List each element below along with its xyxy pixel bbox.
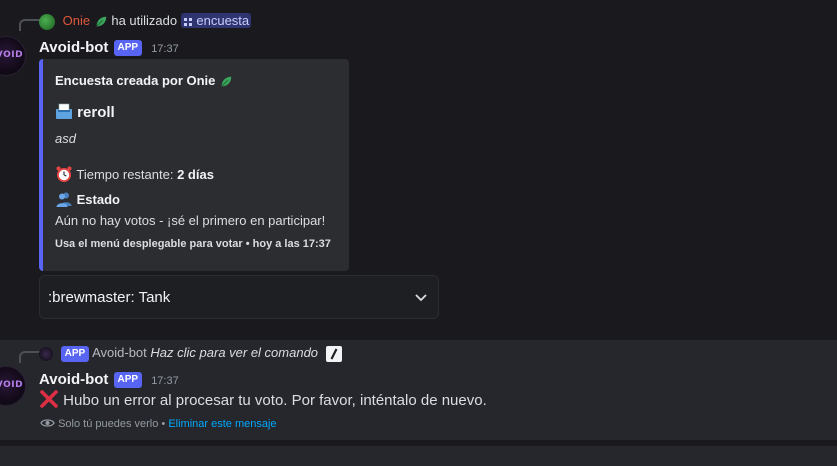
embed-title: reroll [55, 102, 115, 121]
leaf-icon [221, 76, 232, 87]
error-text: Hubo un error al procesar tu voto. Por f… [63, 392, 487, 409]
bot-avatar[interactable]: AVOID [0, 36, 26, 76]
users-icon [56, 192, 72, 207]
error-message: Hubo un error al procesar tu voto. Por f… [39, 389, 487, 409]
eye-icon [40, 419, 55, 427]
time-label: Tiempo restante: [76, 167, 178, 182]
app-badge: APP [113, 371, 143, 388]
ephemeral-note: Solo tú puedes verlo • [58, 418, 166, 430]
alarm-clock-icon [56, 166, 72, 182]
message-timestamp[interactable]: 17:37 [151, 43, 179, 55]
bottom-strip [0, 446, 837, 466]
status-field-value: Aún no hay votos - ¡sé el primero en par… [55, 213, 326, 228]
embed-title-text: reroll [77, 104, 115, 121]
reply-username[interactable]: Avoid-bot [92, 345, 147, 360]
author-name[interactable]: Avoid-bot [39, 39, 108, 56]
leaf-icon [95, 16, 106, 27]
status-field-name: Estado [55, 191, 120, 207]
time-remaining: Tiempo restante: 2 días [55, 165, 214, 183]
vote-dropdown[interactable]: :brewmaster: Tank [39, 275, 439, 319]
message-timestamp[interactable]: 17:37 [151, 375, 179, 387]
reply-action: ha utilizado [111, 13, 178, 28]
dropdown-selected-value: :brewmaster: Tank [48, 289, 171, 306]
ballot-box-icon [56, 103, 72, 119]
embed-author-text: Encuesta creada por Onie [55, 73, 216, 88]
bot-mini-avatar[interactable] [39, 346, 53, 361]
time-value: 2 días [177, 167, 214, 182]
reply-preview[interactable]: Onie ha utilizado encuesta [39, 13, 252, 30]
dismiss-message-link[interactable]: Eliminar este mensaje [168, 418, 276, 430]
ephemeral-notice: Solo tú puedes verlo • Eliminar este men… [40, 417, 277, 430]
command-icon [183, 17, 192, 26]
reply-username[interactable]: Onie [63, 13, 90, 28]
author-name[interactable]: Avoid-bot [39, 371, 108, 388]
chevron-down-icon [415, 294, 427, 302]
embed-footer: Usa el menú desplegable para votar • hoy… [55, 238, 331, 250]
command-mention[interactable]: encuesta [180, 13, 252, 28]
app-badge: APP [60, 345, 90, 362]
avatar-text: AVOID [0, 50, 24, 60]
command-name: encuesta [196, 13, 250, 28]
message-header: Avoid-bot APP 17:37 [39, 37, 179, 56]
embed-description: asd [55, 131, 76, 146]
avatar-text: AVOID [0, 380, 24, 390]
app-badge: APP [113, 39, 143, 56]
slash-command-icon [325, 345, 342, 362]
status-label: Estado [76, 192, 120, 207]
command-reply-preview[interactable]: APP Avoid-bot Haz clic para ver el coman… [39, 345, 342, 362]
embed-author: Encuesta creada por Onie [55, 73, 233, 89]
cross-mark-icon [40, 390, 58, 408]
poll-embed: Encuesta creada por Onie reroll asd Tiem… [39, 59, 349, 271]
message-header: Avoid-bot APP 17:37 [39, 369, 179, 388]
reply-action[interactable]: Haz clic para ver el comando [150, 345, 318, 360]
onie-avatar[interactable] [39, 13, 55, 30]
